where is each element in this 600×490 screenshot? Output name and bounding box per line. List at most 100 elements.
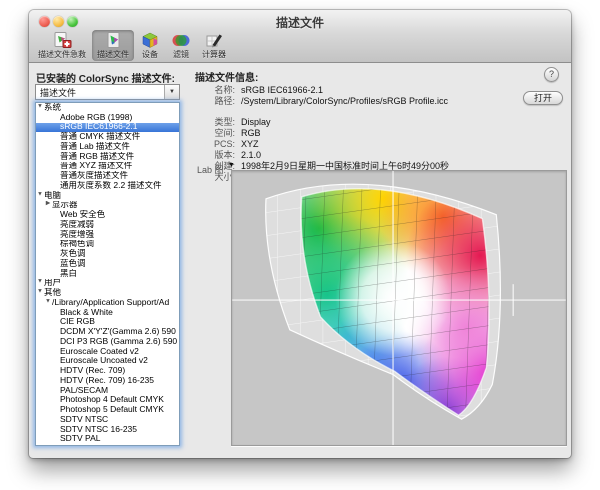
field-value: sRGB IEC61966-2.1 [241,85,323,95]
profile-list-item[interactable]: SDTV NTSC [36,415,179,425]
profile-filter-dropdown[interactable]: 描述文件 ▼ [35,84,180,100]
profile-list-item[interactable]: 亮度增强 [36,230,179,240]
disclosure-down-icon[interactable]: ▼ [36,288,44,297]
profile-list-item-label: CIE RGB [60,318,95,328]
profile-list-item[interactable]: ▼/Library/Application Support/Ad [36,298,179,308]
sidebar-heading: 已安装的 ColorSync 描述文件: [36,70,175,85]
profile-list-item[interactable]: Photoshop 4 Default CMYK [36,396,179,406]
toolbar-profiles-button[interactable]: 描述文件 [92,30,134,61]
profile-list-item-label: Photoshop 4 Default CMYK [60,396,164,406]
info-heading: 描述文件信息: [195,69,258,84]
toolbar-devices-button[interactable]: 设备 [135,30,165,61]
profile-list-item[interactable]: ▼系统 [36,103,179,113]
profile-list-item[interactable]: 蓝色调 [36,259,179,269]
profile-list-item[interactable]: Black & White [36,308,179,318]
profile-list-item[interactable]: HDTV (Rec. 709) [36,366,179,376]
field-value: RGB [241,128,261,138]
profile-list-item[interactable]: ▼其他 [36,288,179,298]
profile-list-item-label: 用户 [44,279,61,289]
toolbar-label: 描述文件急救 [38,49,86,60]
profile-list-item[interactable]: 灰色调 [36,249,179,259]
lab-plot-label: Lab 图: [197,163,226,176]
profile-list-item[interactable]: 亮度减弱 [36,220,179,230]
profile-list-item-label: 系统 [44,103,61,113]
profile-list-item-label: HDTV (Rec. 709) 16-235 [60,376,154,386]
profile-list-item-label: 蓝色调 [60,259,86,269]
profile-list-item[interactable]: PAL/SECAM [36,386,179,396]
profile-list-item-label: Euroscale Uncoated v2 [60,357,148,367]
profile-list-item[interactable]: SDTV PAL [36,435,179,445]
profile-filter-value: 描述文件 [36,86,164,99]
profile-list-item[interactable]: 普通 XYZ 描述文件 [36,162,179,172]
profile-list-item-label: HDTV (Rec. 709) [60,366,125,376]
profile-list-item[interactable]: SDTV NTSC 16-235 [36,425,179,435]
open-button[interactable]: 打开 [523,91,563,105]
profile-list-item-selected[interactable]: sRGB IEC61966-2.1 [36,123,179,133]
profile-list-item-label: 电脑 [44,191,61,201]
toolbar-label: 设备 [142,49,158,60]
field-row-path: 路径: /System/Library/ColorSync/Profiles/s… [195,95,563,106]
disclosure-down-icon[interactable]: ▼ [44,298,52,307]
title-bar: 描述文件 描述文件急救 [29,10,571,63]
profile-list-item-label: DCI P3 RGB (Gamma 2.6) 590 [60,337,177,347]
profiles-icon [103,32,123,49]
field-label: 路径: [195,94,241,107]
profile-list-item[interactable]: 通用灰度系数 2.2 描述文件 [36,181,179,191]
field-row-name: 名称: sRGB IEC61966-2.1 [195,84,563,95]
toolbar-label: 描述文件 [97,49,129,60]
disclosure-down-icon[interactable]: ▼ [36,103,44,112]
disclosure-down-icon[interactable]: ▼ [36,191,44,200]
profile-list-item-label: 其他 [44,288,61,298]
field-value: /System/Library/ColorSync/Profiles/sRGB … [241,96,448,106]
profile-list-item[interactable]: 黑白 [36,269,179,279]
window-title: 描述文件 [29,14,571,31]
profile-list-item[interactable]: 普通 RGB 描述文件 [36,152,179,162]
profile-list-item[interactable]: Euroscale Uncoated v2 [36,357,179,367]
disclosure-right-icon[interactable]: ▶ [44,201,52,210]
toolbar-filters-button[interactable]: 滤镜 [166,30,196,61]
profile-list-item[interactable]: 普通灰度描述文件 [36,171,179,181]
colorsync-utility-window: 描述文件 描述文件急救 [29,10,571,458]
profile-list-item[interactable]: 普通 CMYK 描述文件 [36,132,179,142]
profile-list-item-label: 通用灰度系数 2.2 描述文件 [60,181,162,191]
help-button[interactable]: ? [544,67,559,82]
field-label: 空间: [195,126,241,139]
lab-plot-dropdown[interactable]: ▼ [228,162,235,169]
profile-list-item[interactable]: DCDM X'Y'Z'(Gamma 2.6) 590 [36,327,179,337]
profile-list-item-label: sRGB IEC61966-2.1 [60,123,137,133]
lab-gamut-plot[interactable] [231,170,567,446]
field-value: Display [241,117,271,127]
profile-list-item[interactable]: Photoshop 5 Default CMYK [36,405,179,415]
profile-list-item[interactable]: Web 安全色 [36,210,179,220]
profile-list-item-label: PAL/SECAM [60,386,108,396]
profile-list-item[interactable]: 普通 Lab 描述文件 [36,142,179,152]
profile-list-item[interactable]: ▼电脑 [36,191,179,201]
profile-list-item-label: SDTV PAL [60,435,100,445]
lab-gamut-plot-canvas [232,171,566,445]
profile-list-item-label: Web 安全色 [60,210,105,220]
profile-list-item[interactable]: ▼用户 [36,279,179,289]
chevron-down-icon[interactable]: ▼ [164,85,179,99]
toolbar-profile-first-aid-button[interactable]: 描述文件急救 [33,30,91,61]
devices-icon [140,32,160,49]
disclosure-down-icon[interactable]: ▼ [36,279,44,288]
toolbar: 描述文件急救 描述文件 设备 [33,30,232,62]
profile-list-item[interactable]: Adobe RGB (1998) [36,113,179,123]
profile-list-item-label: 显示器 [52,201,78,211]
calculator-icon [204,32,224,49]
profile-first-aid-icon [52,32,72,49]
field-value: XYZ [241,139,259,149]
filters-icon [171,32,191,49]
profile-list-item[interactable]: ▶显示器 [36,201,179,211]
profile-info-fields: 名称: sRGB IEC61966-2.1 路径: /System/Librar… [195,84,563,182]
profile-list-item[interactable]: Euroscale Coated v2 [36,347,179,357]
profile-list-item-label: DCDM X'Y'Z'(Gamma 2.6) 590 [60,327,176,337]
profile-list-item[interactable]: HDTV (Rec. 709) 16-235 [36,376,179,386]
profile-list-item-label: 灰色调 [60,249,86,259]
profile-list-item[interactable]: DCI P3 RGB (Gamma 2.6) 590 [36,337,179,347]
profile-list[interactable]: ▼系统Adobe RGB (1998)sRGB IEC61966-2.1普通 C… [35,102,180,446]
profile-list-item[interactable]: 棕褐色调 [36,240,179,250]
toolbar-calculator-button[interactable]: 计算器 [197,30,231,61]
profile-list-item-label: Adobe RGB (1998) [60,113,132,123]
profile-list-item[interactable]: CIE RGB [36,318,179,328]
